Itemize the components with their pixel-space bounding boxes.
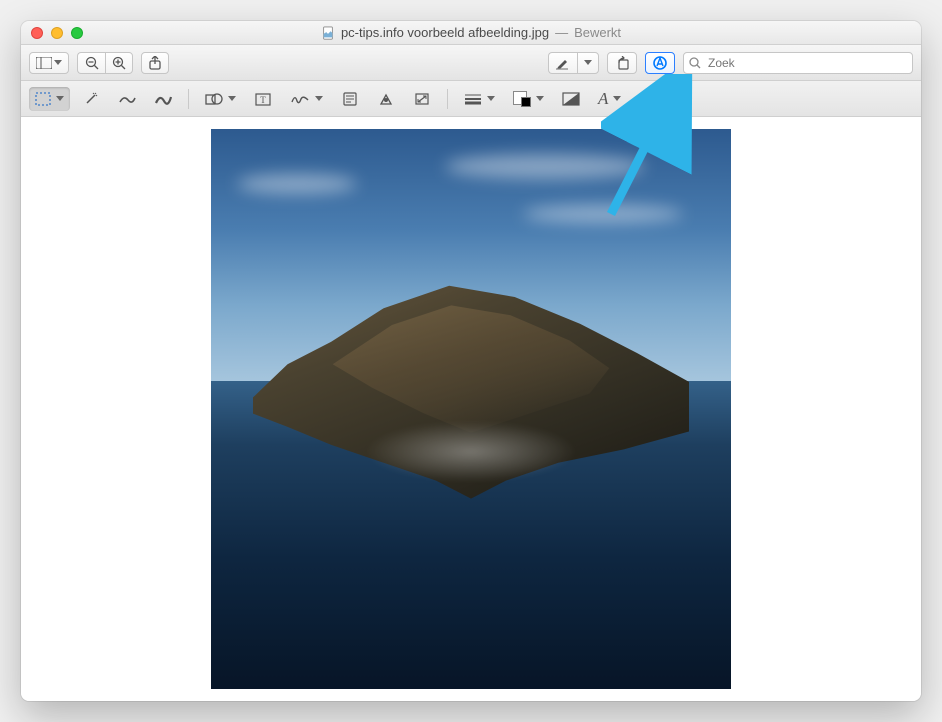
svg-text:T: T (260, 95, 266, 105)
separator (447, 89, 448, 109)
filename-label: pc-tips.info voorbeeld afbeelding.jpg (341, 25, 549, 40)
sketch-icon (118, 92, 136, 106)
border-style-tool[interactable] (458, 87, 501, 111)
adjust-size-tool[interactable] (407, 87, 437, 111)
chevron-down-icon (315, 96, 323, 101)
note-icon (343, 92, 357, 106)
chevron-down-icon (536, 96, 544, 101)
separator (188, 89, 189, 109)
status-separator: — (555, 25, 568, 40)
chevron-down-icon (56, 96, 64, 101)
image-content[interactable] (211, 129, 731, 689)
highlighter-icon (555, 56, 571, 70)
adjust-icon (378, 92, 394, 106)
zoom-button[interactable] (71, 27, 83, 39)
font-style-icon: A (598, 89, 608, 109)
highlight-menu-button[interactable] (577, 52, 599, 74)
chevron-down-icon (54, 60, 62, 65)
search-field[interactable] (683, 52, 913, 74)
border-color-tool[interactable] (507, 87, 550, 111)
chevron-down-icon (584, 60, 592, 65)
preview-window: pc-tips.info voorbeeld afbeelding.jpg — … (21, 21, 921, 701)
draw-tool[interactable] (148, 87, 178, 111)
adjust-color-tool[interactable] (371, 87, 401, 111)
search-input[interactable] (683, 52, 913, 74)
text-style-tool[interactable]: A (592, 87, 627, 111)
zoom-out-icon (85, 56, 99, 70)
fill-color-tool[interactable] (556, 87, 586, 111)
note-tool[interactable] (335, 87, 365, 111)
minimize-button[interactable] (51, 27, 63, 39)
zoom-group (77, 52, 133, 74)
zoom-in-icon (112, 56, 126, 70)
traffic-lights (31, 27, 83, 39)
sidebar-icon (36, 57, 52, 69)
document-icon (321, 26, 335, 40)
rotate-icon (614, 56, 630, 70)
titlebar[interactable]: pc-tips.info voorbeeld afbeelding.jpg — … (21, 21, 921, 45)
sketch-tool[interactable] (112, 87, 142, 111)
text-icon: T (255, 92, 271, 106)
instant-alpha-tool[interactable] (76, 87, 106, 111)
edited-status-label: Bewerkt (574, 25, 621, 40)
search-icon (689, 57, 701, 69)
text-tool[interactable]: T (248, 87, 278, 111)
rect-select-icon (35, 92, 51, 106)
shapes-tool[interactable] (199, 87, 242, 111)
sign-tool[interactable] (284, 87, 329, 111)
sidebar-view-button[interactable] (29, 52, 69, 74)
zoom-out-button[interactable] (77, 52, 105, 74)
share-button[interactable] (141, 52, 169, 74)
draw-icon (154, 92, 172, 106)
markup-toolbar: T A (21, 81, 921, 117)
share-icon (149, 56, 161, 70)
window-title: pc-tips.info voorbeeld afbeelding.jpg — … (21, 25, 921, 40)
chevron-down-icon (487, 96, 495, 101)
lines-icon (464, 93, 482, 105)
signature-icon (290, 92, 310, 106)
close-button[interactable] (31, 27, 43, 39)
canvas-area[interactable] (21, 117, 921, 701)
select-tool[interactable] (29, 87, 70, 111)
zoom-in-button[interactable] (105, 52, 133, 74)
chevron-down-icon (613, 96, 621, 101)
markup-icon (652, 55, 668, 71)
highlight-button[interactable] (548, 52, 577, 74)
border-color-icon (513, 91, 531, 107)
chevron-down-icon (228, 96, 236, 101)
wand-icon (83, 91, 99, 107)
rotate-button[interactable] (607, 52, 637, 74)
highlight-group (548, 52, 599, 74)
shapes-icon (205, 92, 223, 106)
markup-button[interactable] (645, 52, 675, 74)
resize-icon (414, 92, 430, 106)
fill-icon (562, 92, 580, 106)
main-toolbar (21, 45, 921, 81)
